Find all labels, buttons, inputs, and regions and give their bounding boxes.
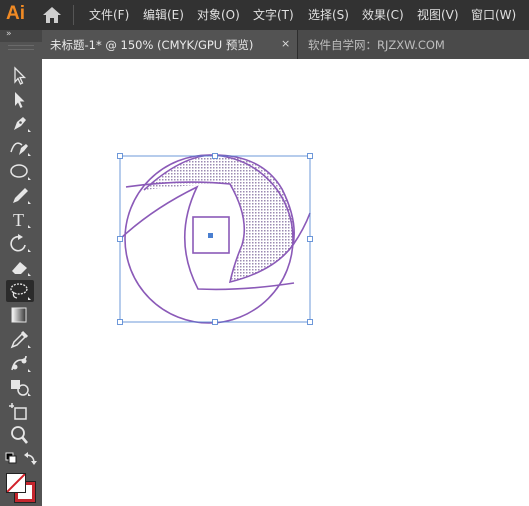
selected-shape[interactable] (119, 154, 311, 324)
tab-document-title: 未标题-1* @ 150% (CMYK/GPU 预览) (50, 38, 254, 52)
shaded-region[interactable] (144, 155, 295, 282)
menu-select[interactable]: 选择(S) (308, 7, 349, 23)
selection-tool[interactable] (6, 64, 34, 86)
eraser-icon (12, 262, 31, 276)
menu-separator (73, 5, 74, 25)
fill-color-swatch[interactable] (6, 473, 26, 493)
menu-view[interactable]: 视图(V) (417, 7, 459, 23)
handle-middle-right[interactable] (307, 236, 313, 242)
handle-top-right[interactable] (307, 153, 313, 159)
close-icon[interactable]: × (281, 37, 290, 50)
artwork[interactable] (42, 59, 529, 506)
handle-bottom-left[interactable] (117, 319, 123, 325)
rotate-tool[interactable] (6, 232, 34, 254)
handle-top-left[interactable] (117, 153, 123, 159)
curvature-tool[interactable] (6, 136, 34, 158)
handle-top-middle[interactable] (212, 153, 218, 159)
tools-panel-header: » (0, 29, 42, 42)
menu-bar: Ai 文件(F) 编辑(E) 对象(O) 文字(T) 选择(S) 效果(C) 视… (0, 0, 529, 30)
rotate-icon (10, 234, 31, 252)
zoom-icon (11, 426, 28, 444)
menu-object[interactable]: 对象(O) (197, 7, 240, 23)
eyedropper-tool[interactable] (6, 328, 34, 350)
document-tab-bar: 未标题-1* @ 150% (CMYK/GPU 预览) × 软件自学网：RJZX… (42, 30, 529, 59)
center-point (208, 233, 213, 238)
app-logo: Ai (6, 3, 25, 24)
shape-builder-icon (11, 380, 31, 396)
type-icon: T (13, 210, 31, 230)
handle-middle-left[interactable] (117, 236, 123, 242)
type-tool[interactable]: T (6, 208, 34, 230)
handle-bottom-middle[interactable] (212, 319, 218, 325)
menu-file[interactable]: 文件(F) (89, 7, 129, 23)
pencil-tool[interactable] (6, 184, 34, 206)
menu-window[interactable]: 窗口(W) (471, 7, 516, 23)
pen-tool[interactable] (6, 112, 34, 134)
none-fill-icon (7, 474, 25, 492)
svg-text:T: T (13, 210, 24, 230)
ellipse-icon (10, 164, 31, 180)
collapse-panel-icon[interactable]: » (6, 29, 11, 39)
menu-effect[interactable]: 效果(C) (362, 7, 404, 23)
pencil-icon (13, 188, 31, 204)
direct-selection-arrow-icon (15, 92, 25, 108)
blend-icon (11, 355, 31, 372)
shape-builder-tool[interactable] (6, 376, 34, 398)
selection-arrow-icon (14, 66, 27, 85)
direct-selection-tool[interactable] (6, 88, 34, 110)
menu-type[interactable]: 文字(T) (253, 7, 294, 23)
zoom-tool[interactable] (6, 424, 34, 446)
tools-panel: » T (0, 29, 42, 506)
curvature-pen-icon (10, 142, 31, 156)
swap-colors-icon[interactable] (23, 452, 37, 466)
menu-edit[interactable]: 编辑(E) (143, 7, 184, 23)
tab-divider (297, 30, 298, 59)
panel-grip[interactable] (8, 45, 34, 50)
lasso-icon (10, 283, 31, 300)
eraser-tool[interactable] (6, 256, 34, 278)
lasso-tool[interactable] (6, 280, 34, 302)
pen-icon (14, 117, 31, 132)
watermark-text: 软件自学网：RJZXW.COM (308, 38, 445, 52)
home-icon[interactable] (42, 6, 62, 24)
artboard-icon (9, 403, 27, 420)
blend-tool[interactable] (6, 352, 34, 374)
gradient-icon (11, 307, 27, 323)
handle-bottom-right[interactable] (307, 319, 313, 325)
artboard-tool[interactable] (6, 400, 34, 422)
gradient-tool[interactable] (6, 304, 34, 326)
tab-document[interactable]: 未标题-1* @ 150% (CMYK/GPU 预览) × (42, 30, 297, 59)
eyedropper-icon (10, 330, 31, 349)
canvas[interactable] (42, 59, 529, 506)
ellipse-tool[interactable] (6, 160, 34, 182)
